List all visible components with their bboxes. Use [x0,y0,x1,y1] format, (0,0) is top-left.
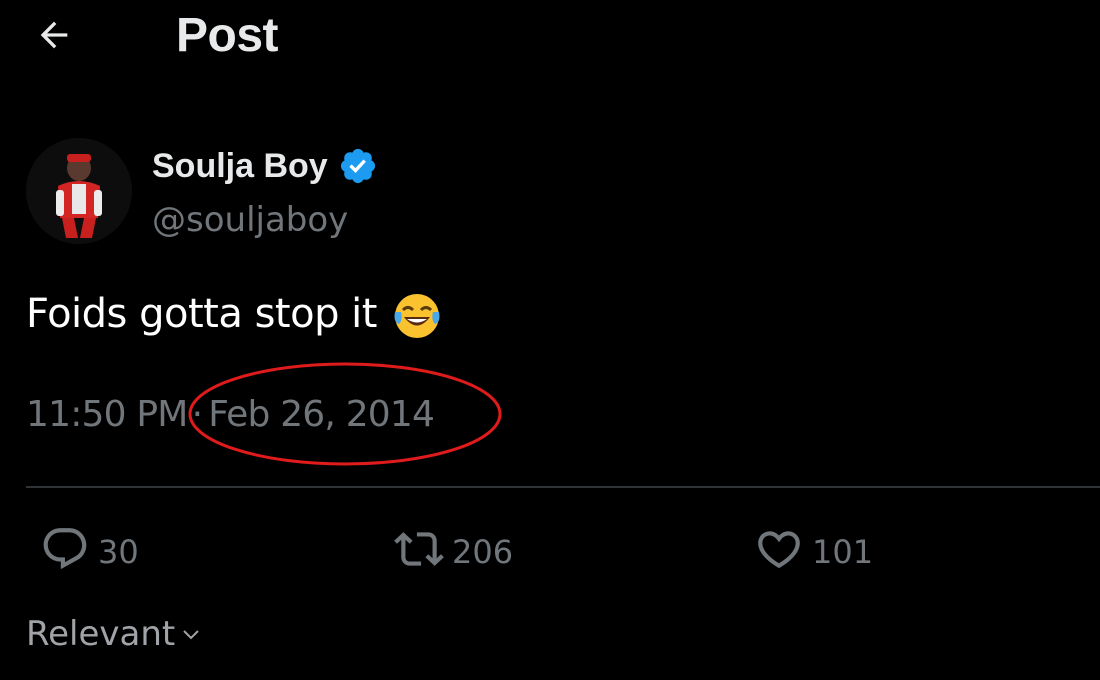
laughing-emoji-icon [389,286,445,342]
post-header: Post [0,0,1100,80]
like-button[interactable]: 101 [754,524,873,579]
repost-count: 206 [452,532,514,571]
reply-count: 30 [98,532,139,571]
repost-button[interactable]: 206 [394,524,513,579]
sort-label: Relevant [26,614,176,654]
chevron-down-icon [179,622,203,646]
display-name-row: Soulja Boy [152,146,378,186]
like-count: 101 [812,532,874,571]
back-button[interactable] [28,14,80,60]
divider [26,486,1100,488]
avatar[interactable] [26,138,132,244]
post-timestamp: 11:50 PM · Feb 26, 2014 [26,394,435,435]
verified-badge-icon[interactable] [338,146,378,186]
post-date[interactable]: Feb 26, 2014 [208,394,435,435]
reply-sort-dropdown[interactable]: Relevant [26,614,203,654]
action-bar: 30 206 101 [26,524,1100,584]
reply-button[interactable]: 30 [40,524,139,579]
arrow-left-icon [34,15,74,60]
author-block: Soulja Boy @souljaboy [26,138,726,248]
page-title: Post [176,9,279,62]
timestamp-separator: · [191,394,203,435]
reply-icon [40,524,90,579]
heart-icon [754,524,804,579]
repost-icon [394,524,444,579]
display-name[interactable]: Soulja Boy [152,147,328,186]
post-time[interactable]: 11:50 PM [26,394,188,435]
post-text: Foids gotta stop it [26,286,445,342]
user-handle[interactable]: @souljaboy [152,200,348,240]
post-text-content: Foids gotta stop it [26,291,377,337]
